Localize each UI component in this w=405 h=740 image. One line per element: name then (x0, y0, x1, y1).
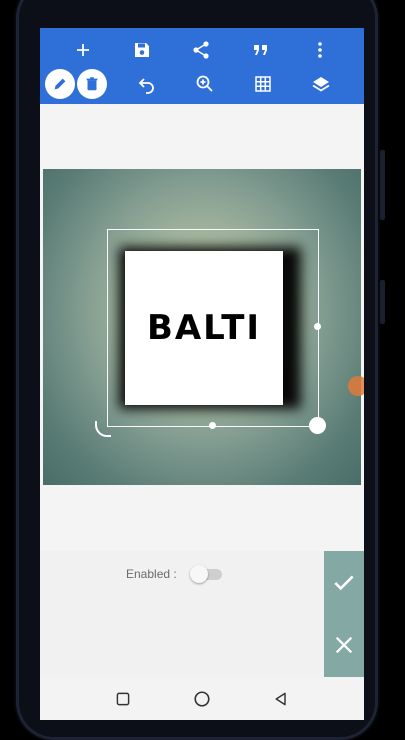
canvas-area: BALTI (40, 104, 364, 580)
check-icon (334, 575, 354, 591)
resize-handle-right[interactable] (314, 323, 321, 330)
apply-button[interactable] (324, 561, 364, 605)
pencil-icon (54, 78, 66, 90)
app-screen: BALTI Enabled : (40, 28, 364, 720)
layers-icon (312, 77, 330, 92)
floating-action-dot[interactable] (348, 376, 364, 396)
more-button[interactable] (304, 34, 336, 66)
square-icon (116, 692, 130, 706)
system-navbar (40, 677, 364, 720)
grid-icon (255, 76, 271, 92)
side-actions (324, 551, 364, 677)
undo-button[interactable] (131, 68, 163, 100)
selection-box[interactable] (107, 229, 319, 427)
save-icon (135, 43, 149, 57)
home-button[interactable] (188, 685, 216, 713)
top-toolbar (40, 28, 364, 104)
undo-icon (138, 78, 154, 94)
enabled-switch-thumb[interactable] (190, 565, 208, 583)
trash-icon (86, 77, 98, 91)
cancel-button[interactable] (324, 623, 364, 667)
share-icon (193, 41, 209, 59)
add-icon (77, 44, 89, 56)
back-button[interactable] (267, 685, 295, 713)
circle-icon (194, 691, 210, 707)
recents-button[interactable] (109, 685, 137, 713)
zoom-in-button[interactable] (189, 68, 221, 100)
quote-icon (254, 45, 267, 55)
back-triangle-icon (275, 692, 286, 706)
save-button[interactable] (126, 34, 158, 66)
volume-button (380, 150, 385, 220)
pencil-button[interactable] (45, 69, 75, 99)
delete-button[interactable] (77, 69, 107, 99)
close-icon (335, 636, 353, 654)
resize-handle-bottom[interactable] (209, 422, 216, 429)
rotate-handle[interactable] (95, 421, 111, 437)
effect-options-panel: Enabled : (40, 551, 364, 677)
grid-button[interactable] (247, 68, 279, 100)
enabled-label: Enabled : (126, 567, 177, 581)
edited-image: BALTI (43, 169, 361, 485)
share-button[interactable] (185, 34, 217, 66)
power-button (380, 280, 385, 324)
more-vert-icon (318, 42, 322, 58)
quote-button[interactable] (245, 34, 277, 66)
scale-handle-corner[interactable] (309, 417, 326, 434)
zoom-in-icon (196, 75, 213, 92)
layers-button[interactable] (305, 68, 337, 100)
add-button[interactable] (67, 34, 99, 66)
